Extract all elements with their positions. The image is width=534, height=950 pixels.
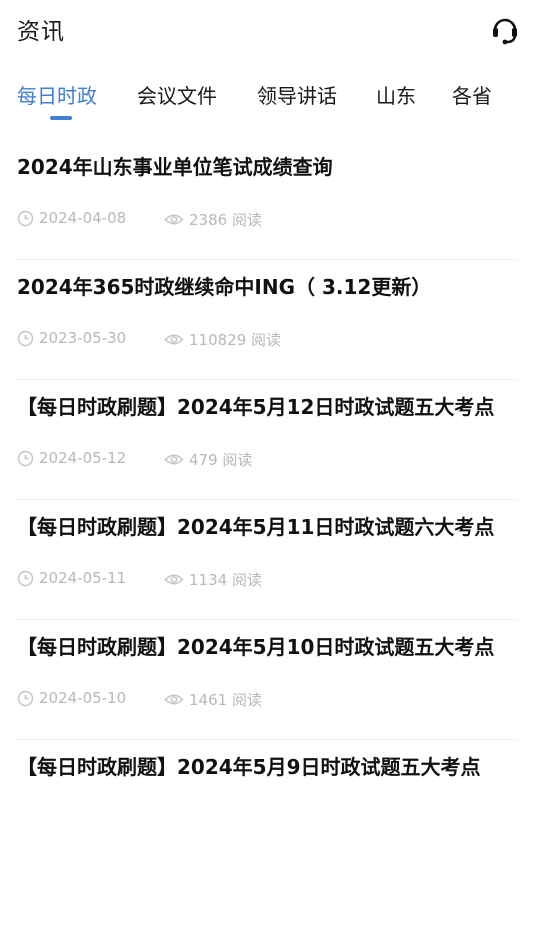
- eye-icon: [164, 214, 184, 225]
- eye-icon: [164, 694, 184, 705]
- tab-leader-speeches[interactable]: 领导讲话: [257, 80, 337, 109]
- article-date: 2024-05-11: [39, 569, 127, 587]
- article-list: 2024年山东事业单位笔试成绩查询 2024-04-08 2386 阅读 202…: [0, 140, 534, 783]
- article-views: 110829 阅读: [189, 331, 282, 349]
- article-views: 2386 阅读: [189, 211, 262, 229]
- eye-icon: [164, 574, 184, 585]
- article-views: 1134 阅读: [189, 571, 262, 589]
- article-date: 2024-05-10: [39, 689, 127, 707]
- active-tab-indicator: [50, 116, 72, 120]
- article-title: 2024年山东事业单位笔试成绩查询: [17, 155, 333, 179]
- article-title: 2024年365时政继续命中ING（ 3.12更新）: [17, 275, 432, 299]
- tab-shandong[interactable]: 山东: [376, 80, 416, 109]
- clock-icon: [17, 570, 34, 586]
- tab-meeting-documents[interactable]: 会议文件: [137, 80, 217, 109]
- article-date: 2023-05-30: [39, 329, 127, 347]
- clock-icon: [17, 210, 34, 226]
- list-item[interactable]: 2024年365时政继续命中ING（ 3.12更新） 2023-05-30 11…: [0, 260, 534, 380]
- article-meta: 2024-05-10 1461 阅读: [17, 689, 517, 713]
- article-views: 1461 阅读: [189, 691, 262, 709]
- article-meta: 2024-04-08 2386 阅读: [17, 209, 517, 233]
- list-item[interactable]: 【每日时政刷题】2024年5月11日时政试题六大考点 2024-05-11 11…: [0, 500, 534, 620]
- clock-icon: [17, 330, 34, 346]
- list-item[interactable]: 【每日时政刷题】2024年5月10日时政试题五大考点 2024-05-10 14…: [0, 620, 534, 740]
- article-views: 479 阅读: [189, 451, 253, 469]
- clock-icon: [17, 450, 34, 466]
- article-date: 2024-04-08: [39, 209, 127, 227]
- category-tabs: 每日时政 会议文件 领导讲话 山东 各省: [0, 72, 534, 126]
- article-meta: 2024-05-12 479 阅读: [17, 449, 517, 473]
- article-title: 【每日时政刷题】2024年5月12日时政试题五大考点: [17, 395, 495, 419]
- page-title: 资讯: [17, 19, 65, 45]
- list-item[interactable]: 【每日时政刷题】2024年5月9日时政试题五大考点: [0, 740, 534, 783]
- app-header: 资讯: [0, 0, 534, 58]
- list-item[interactable]: 【每日时政刷题】2024年5月12日时政试题五大考点 2024-05-12 47…: [0, 380, 534, 500]
- list-item[interactable]: 2024年山东事业单位笔试成绩查询 2024-04-08 2386 阅读: [0, 140, 534, 260]
- article-title: 【每日时政刷题】2024年5月10日时政试题五大考点: [17, 635, 495, 659]
- headset-icon[interactable]: [488, 12, 522, 46]
- tab-provinces[interactable]: 各省: [452, 80, 492, 109]
- tab-daily-politics[interactable]: 每日时政: [17, 80, 97, 109]
- article-title: 【每日时政刷题】2024年5月9日时政试题五大考点: [17, 755, 481, 779]
- article-meta: 2023-05-30 110829 阅读: [17, 329, 517, 353]
- article-date: 2024-05-12: [39, 449, 127, 467]
- eye-icon: [164, 334, 184, 345]
- article-title: 【每日时政刷题】2024年5月11日时政试题六大考点: [17, 515, 495, 539]
- clock-icon: [17, 690, 34, 706]
- article-meta: 2024-05-11 1134 阅读: [17, 569, 517, 593]
- eye-icon: [164, 454, 184, 465]
